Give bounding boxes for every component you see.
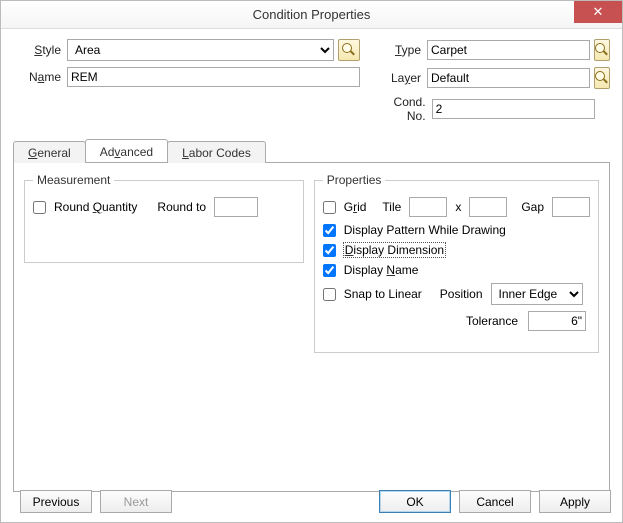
tolerance-input[interactable] (528, 311, 586, 331)
layer-browse-button[interactable] (594, 67, 610, 89)
round-to-input[interactable] (214, 197, 258, 217)
times-label: x (455, 200, 461, 214)
previous-button[interactable]: Previous (20, 490, 92, 513)
tab-panel-advanced: Measurement Round Quantity Round to Prop… (13, 162, 610, 492)
gap-label: Gap (521, 200, 544, 214)
title-bar: Condition Properties ✕ (1, 1, 622, 29)
round-quantity-label: Round Quantity (54, 200, 137, 214)
round-to-label: Round to (157, 200, 206, 214)
tile-height-input[interactable] (469, 197, 507, 217)
gap-input[interactable] (552, 197, 590, 217)
display-name-checkbox[interactable] (323, 264, 336, 277)
window-title: Condition Properties (1, 7, 622, 22)
search-icon (342, 43, 356, 57)
search-icon (595, 43, 609, 57)
dialog-footer: Previous Next OK Cancel Apply (12, 490, 611, 513)
type-input[interactable] (427, 40, 590, 60)
style-select[interactable]: Area (67, 39, 334, 61)
grid-checkbox[interactable] (323, 201, 336, 214)
tile-width-input[interactable] (409, 197, 447, 217)
tab-labor-codes[interactable]: Labor Codes (167, 141, 266, 163)
name-input[interactable] (67, 67, 360, 87)
condno-input[interactable] (432, 99, 595, 119)
snap-linear-label: Snap to Linear (344, 287, 422, 301)
ok-button[interactable]: OK (379, 490, 451, 513)
grid-label: Grid (344, 200, 367, 214)
position-label: Position (440, 287, 483, 301)
display-name-label: Display Name (344, 263, 419, 277)
measurement-group: Measurement Round Quantity Round to (24, 173, 304, 263)
type-label: Type (390, 43, 421, 57)
search-icon (595, 71, 609, 85)
layer-label: Layer (390, 71, 421, 85)
tab-strip: General Advanced Labor Codes (13, 139, 610, 162)
properties-legend: Properties (323, 173, 386, 187)
display-dimension-checkbox[interactable] (323, 244, 336, 257)
close-button[interactable]: ✕ (574, 1, 622, 23)
position-select[interactable]: Inner Edge (491, 283, 583, 305)
tile-label: Tile (382, 200, 401, 214)
next-button: Next (100, 490, 172, 513)
type-browse-button[interactable] (594, 39, 610, 61)
style-browse-button[interactable] (338, 39, 360, 61)
properties-group: Properties Grid Tile x Gap Display Patte… (314, 173, 599, 353)
condno-label: Cond. No. (390, 95, 426, 123)
name-label: Name (13, 70, 61, 84)
display-dimension-label: Display Dimension (344, 243, 445, 257)
layer-input[interactable] (427, 68, 590, 88)
close-icon: ✕ (593, 4, 604, 20)
measurement-legend: Measurement (33, 173, 114, 187)
display-pattern-label: Display Pattern While Drawing (344, 223, 506, 237)
snap-linear-checkbox[interactable] (323, 288, 336, 301)
tab-general[interactable]: General (13, 141, 86, 163)
apply-button[interactable]: Apply (539, 490, 611, 513)
style-label: Style (13, 43, 61, 57)
cancel-button[interactable]: Cancel (459, 490, 531, 513)
tab-advanced[interactable]: Advanced (85, 139, 168, 162)
display-pattern-checkbox[interactable] (323, 224, 336, 237)
round-quantity-checkbox[interactable] (33, 201, 46, 214)
tolerance-label: Tolerance (466, 314, 518, 328)
